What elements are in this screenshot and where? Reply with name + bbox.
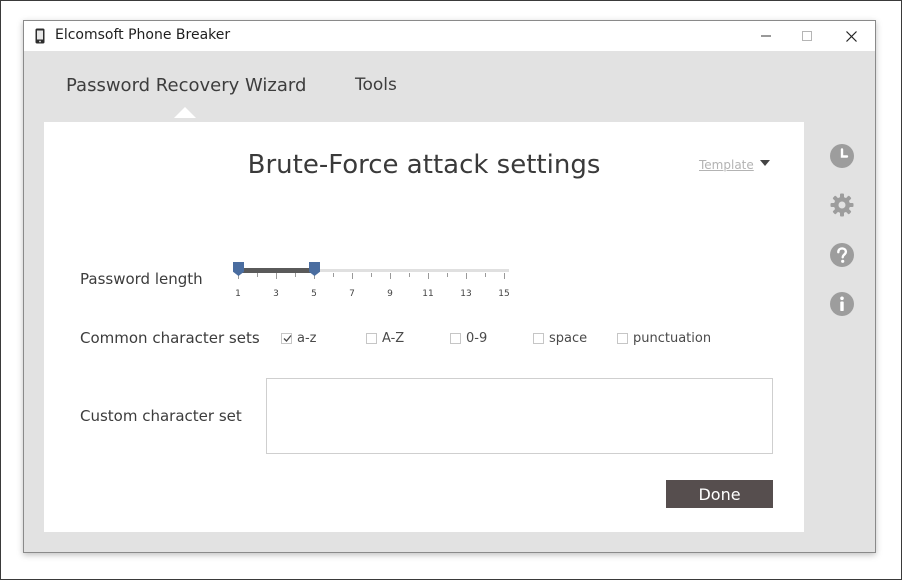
close-button[interactable] xyxy=(828,21,874,51)
slider-tick xyxy=(371,273,372,277)
maximize-button[interactable] xyxy=(784,21,830,51)
maximize-icon xyxy=(802,31,812,41)
slider-tick xyxy=(276,273,277,279)
slider-thumb-max[interactable] xyxy=(309,262,320,276)
info-icon[interactable] xyxy=(830,292,854,316)
history-icon[interactable] xyxy=(830,144,854,168)
slider-thumb-min[interactable] xyxy=(233,262,244,276)
slider-tick-label: 3 xyxy=(273,289,279,299)
charset-checkbox-lowercase[interactable]: a-z xyxy=(281,331,316,346)
slider-tick-label: 13 xyxy=(460,289,472,299)
checkbox[interactable] xyxy=(533,333,544,344)
active-tab-indicator xyxy=(174,107,196,118)
checkbox[interactable] xyxy=(450,333,461,344)
template-dropdown-arrow-icon[interactable] xyxy=(760,160,770,166)
help-icon[interactable] xyxy=(830,243,854,267)
slider-tick-label: 5 xyxy=(311,289,317,299)
slider-tick-label: 11 xyxy=(422,289,434,299)
slider-tick xyxy=(428,273,429,279)
template-link[interactable]: Template xyxy=(699,158,754,172)
app-window: Elcomsoft Phone Breaker Password Recover… xyxy=(23,20,876,553)
slider-tick xyxy=(333,273,334,277)
settings-icon[interactable] xyxy=(830,193,854,217)
slider-tick xyxy=(390,273,391,279)
slider-tick xyxy=(295,273,296,277)
slider-tick-label: 15 xyxy=(498,289,510,299)
checkbox[interactable] xyxy=(281,333,292,344)
checkmark-icon xyxy=(283,335,292,342)
done-button[interactable]: Done xyxy=(666,480,773,508)
password-length-label: Password length xyxy=(80,270,203,288)
checkbox-label: a-z xyxy=(297,331,317,346)
slider-tick xyxy=(257,273,258,277)
checkbox-label: punctuation xyxy=(633,331,712,346)
charset-checkbox-uppercase[interactable]: A-Z xyxy=(366,331,404,346)
charset-checkbox-digits[interactable]: 0-9 xyxy=(450,331,487,346)
tab-tools[interactable]: Tools xyxy=(355,75,397,95)
checkbox[interactable] xyxy=(366,333,377,344)
page-title: Brute-Force attack settings xyxy=(247,150,601,180)
slider-tick-label: 7 xyxy=(349,289,355,299)
slider-tick xyxy=(485,273,486,277)
brute-force-settings-panel: Brute-Force attack settings Template Pas… xyxy=(44,122,804,532)
window-title: Elcomsoft Phone Breaker xyxy=(55,27,231,43)
charset-checkbox-punctuation[interactable]: punctuation xyxy=(617,331,711,346)
checkbox-label: 0-9 xyxy=(466,331,488,346)
checkbox[interactable] xyxy=(617,333,628,344)
common-character-sets-label: Common character sets xyxy=(80,329,260,347)
slider-tick xyxy=(409,273,410,277)
slider-tick-label: 1 xyxy=(235,289,241,299)
custom-character-set-label: Custom character set xyxy=(80,407,242,425)
charset-checkbox-space[interactable]: space xyxy=(533,331,587,346)
slider-tick-label: 9 xyxy=(387,289,393,299)
title-bar: Elcomsoft Phone Breaker xyxy=(24,21,875,51)
custom-character-set-input[interactable] xyxy=(266,378,773,454)
tab-password-recovery-wizard[interactable]: Password Recovery Wizard xyxy=(66,75,306,96)
slider-tick xyxy=(466,273,467,279)
minimize-button[interactable] xyxy=(743,21,789,51)
minimize-icon xyxy=(761,35,771,37)
password-length-slider[interactable]: 1 3 5 7 9 11 13 15 xyxy=(233,259,515,301)
slider-tick xyxy=(352,273,353,279)
slider-tick xyxy=(504,273,505,279)
checkbox-label: A-Z xyxy=(382,331,405,346)
checkbox-label: space xyxy=(549,331,588,346)
close-icon xyxy=(845,30,857,42)
slider-tick xyxy=(447,273,448,277)
phone-app-icon xyxy=(35,28,45,44)
